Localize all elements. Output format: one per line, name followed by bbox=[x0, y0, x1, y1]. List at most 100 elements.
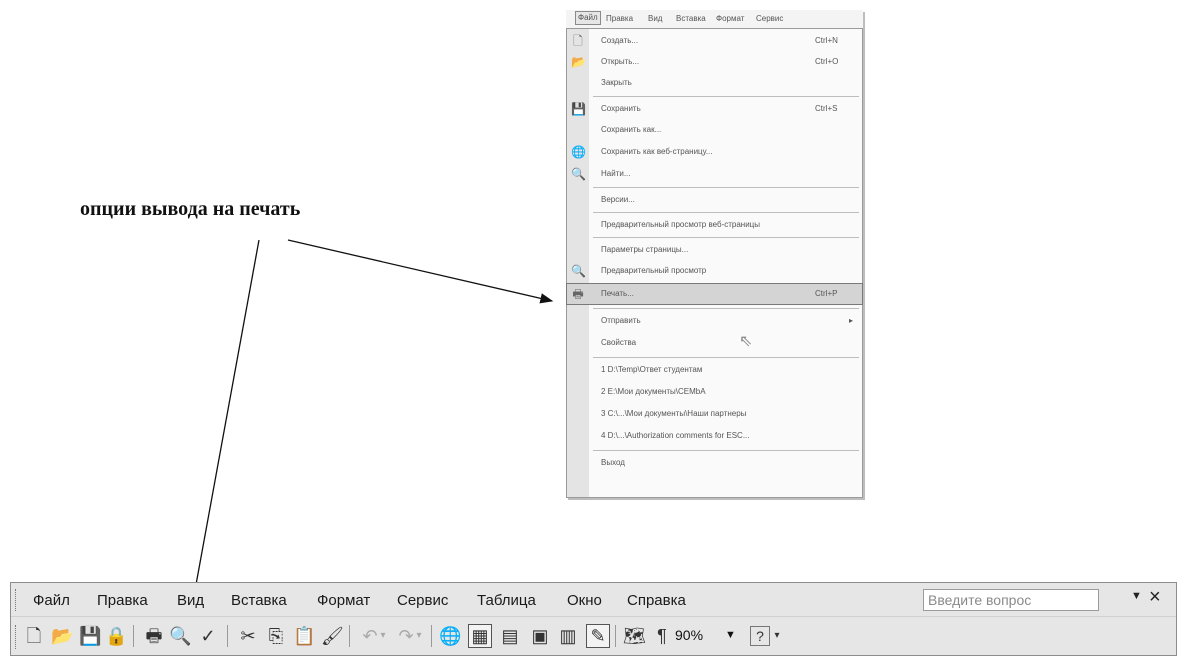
menu-item-label: Предварительный просмотр веб-страницы bbox=[601, 220, 761, 229]
menu-separator bbox=[593, 450, 859, 451]
file-menu-dropdown: 🗋 Создать... Ctrl+N 📂 Открыть... Ctrl+O … bbox=[566, 28, 863, 498]
open-icon[interactable]: 📂 bbox=[51, 625, 73, 647]
hyperlink-icon[interactable]: 🌐 bbox=[439, 625, 461, 647]
menu-item-save[interactable]: 💾 Сохранить Ctrl+S bbox=[567, 99, 862, 119]
permission-icon[interactable]: 🔒 bbox=[105, 625, 127, 647]
cut-icon[interactable]: ✂ bbox=[237, 625, 259, 647]
format-painter-icon[interactable]: 🖌 bbox=[321, 625, 344, 647]
menu-item-label: Открыть... bbox=[601, 57, 640, 66]
toolbar-options-icon[interactable]: ▾ bbox=[771, 625, 783, 647]
menu-item-label: Параметры страницы... bbox=[601, 245, 689, 254]
save-icon[interactable]: 💾 bbox=[79, 625, 101, 647]
menu-item-recent-2[interactable]: 2 E:\Мои документы\CEMbA bbox=[567, 382, 862, 402]
menu-item-label: 3 C:\...\Мои документы\Наши партнеры bbox=[601, 409, 747, 418]
menu-item-label: Печать... bbox=[601, 289, 634, 298]
menu-separator bbox=[593, 237, 859, 238]
menu-insert[interactable]: Вставка bbox=[231, 592, 287, 609]
menu-item-label: Сохранить как... bbox=[601, 125, 662, 134]
menu-separator bbox=[593, 96, 859, 97]
menu-item-label: Версии... bbox=[601, 195, 635, 204]
menu-item-label: 2 E:\Мои документы\CEMbA bbox=[601, 387, 706, 396]
menu-item-new[interactable]: 🗋 Создать... Ctrl+N bbox=[567, 31, 862, 51]
zoom-select[interactable]: 90% ▼ bbox=[675, 625, 747, 645]
menu-item-open[interactable]: 📂 Открыть... Ctrl+O bbox=[567, 52, 862, 72]
drawing-icon[interactable]: ✎ bbox=[586, 624, 610, 648]
menu-help[interactable]: Справка bbox=[627, 592, 686, 609]
menu-item-send[interactable]: Отправить ▸ bbox=[567, 311, 862, 331]
menu-item-shortcut: Ctrl+P bbox=[815, 289, 838, 298]
mouse-cursor-icon: ⇖ bbox=[739, 333, 753, 350]
arrow-to-toolbar-print bbox=[187, 239, 260, 614]
close-icon[interactable]: × bbox=[1149, 586, 1161, 609]
menu-item-label: 1 D:\Temp\Ответ студентам bbox=[601, 365, 703, 374]
toolbar-grip[interactable] bbox=[15, 625, 18, 649]
menu-item-shortcut: Ctrl+N bbox=[815, 36, 838, 45]
insert-excel-icon[interactable]: ▣ bbox=[529, 625, 551, 647]
menu-item-label: Выход bbox=[601, 458, 625, 467]
undo-dropdown-icon[interactable]: ▾ bbox=[377, 625, 389, 647]
menu-item-label: Найти... bbox=[601, 169, 631, 178]
word-toolbar-screenshot: Файл Правка Вид Вставка Формат Сервис Та… bbox=[10, 582, 1177, 656]
menubar-grip[interactable] bbox=[15, 589, 18, 611]
print-preview-icon: 🔍 bbox=[571, 264, 586, 278]
menu-item-label: Создать... bbox=[601, 36, 639, 45]
arrow-to-menu-print bbox=[287, 239, 554, 304]
menu-edit[interactable]: Правка bbox=[97, 592, 148, 609]
menu-item-versions[interactable]: Версии... bbox=[567, 190, 862, 210]
menu-screenshot-menubar: Файл Правка Вид Вставка Формат Сервис bbox=[566, 10, 863, 28]
print-icon[interactable]: 🖶 bbox=[143, 625, 165, 647]
menu-format[interactable]: Формат bbox=[317, 592, 370, 609]
ask-question-input[interactable]: Введите вопрос bbox=[923, 589, 1099, 611]
menu-item-properties[interactable]: Свойства bbox=[567, 333, 862, 353]
menu-file[interactable]: Файл bbox=[33, 592, 70, 609]
chevron-down-icon[interactable]: ▼ bbox=[1131, 590, 1142, 602]
menubar-item-file[interactable]: Файл bbox=[575, 11, 601, 25]
menu-item-print-preview[interactable]: 🔍 Предварительный просмотр bbox=[567, 261, 862, 281]
menu-window[interactable]: Окно bbox=[567, 592, 602, 609]
menu-table[interactable]: Таблица bbox=[477, 592, 536, 609]
menu-view[interactable]: Вид bbox=[177, 592, 204, 609]
spelling-icon[interactable]: ✓ bbox=[197, 625, 219, 647]
menu-item-print[interactable]: 🖶 Печать... Ctrl+P bbox=[566, 283, 863, 305]
menubar-item-edit[interactable]: Правка bbox=[606, 14, 633, 23]
file-menu-screenshot: Файл Правка Вид Вставка Формат Сервис 🗋 … bbox=[566, 10, 863, 498]
pilcrow-icon[interactable]: ¶ bbox=[651, 625, 673, 647]
menu-item-recent-4[interactable]: 4 D:\...\Authorization comments for ESC.… bbox=[567, 426, 862, 446]
menu-item-recent-1[interactable]: 1 D:\Temp\Ответ студентам bbox=[567, 360, 862, 380]
find-icon: 🔍 bbox=[571, 167, 586, 181]
toolbar-separator bbox=[227, 625, 228, 647]
menubar-item-insert[interactable]: Вставка bbox=[676, 14, 706, 23]
print-preview-icon[interactable]: 🔍 bbox=[169, 625, 191, 647]
menu-item-exit[interactable]: Выход bbox=[567, 453, 862, 473]
menu-item-save-as-web[interactable]: 🌐 Сохранить как веб-страницу... bbox=[567, 142, 862, 162]
menubar-item-tools[interactable]: Сервис bbox=[756, 14, 783, 23]
menu-item-close[interactable]: Закрыть bbox=[567, 73, 862, 93]
menubar-item-view[interactable]: Вид bbox=[648, 14, 662, 23]
insert-table-icon[interactable]: ▤ bbox=[499, 625, 521, 647]
columns-icon[interactable]: ▥ bbox=[557, 625, 579, 647]
help-icon[interactable]: ? bbox=[750, 626, 770, 646]
menu-item-label: Свойства bbox=[601, 338, 637, 347]
menu-separator bbox=[593, 187, 859, 188]
web-save-icon: 🌐 bbox=[571, 145, 586, 159]
menu-item-web-preview[interactable]: Предварительный просмотр веб-страницы bbox=[567, 215, 862, 235]
new-document-icon: 🗋 bbox=[573, 34, 583, 48]
copy-icon[interactable]: ⎘ bbox=[265, 625, 287, 647]
menu-separator bbox=[593, 308, 859, 309]
menu-tools[interactable]: Сервис bbox=[397, 592, 448, 609]
menu-item-save-as[interactable]: Сохранить как... bbox=[567, 120, 862, 140]
redo-dropdown-icon[interactable]: ▾ bbox=[413, 625, 425, 647]
submenu-arrow-icon: ▸ bbox=[849, 316, 854, 325]
menu-item-label: 4 D:\...\Authorization comments for ESC.… bbox=[601, 431, 750, 440]
printer-icon: 🖶 bbox=[572, 287, 584, 301]
new-icon[interactable]: 🗋 bbox=[23, 625, 45, 647]
menu-item-find[interactable]: 🔍 Найти... bbox=[567, 164, 862, 184]
menu-item-label: Закрыть bbox=[601, 78, 632, 87]
menu-item-recent-3[interactable]: 3 C:\...\Мои документы\Наши партнеры bbox=[567, 404, 862, 424]
open-folder-icon: 📂 bbox=[571, 55, 586, 69]
tables-borders-icon[interactable]: ▦ bbox=[468, 624, 492, 648]
paste-icon[interactable]: 📋 bbox=[293, 625, 315, 647]
document-map-icon[interactable]: 🗺 bbox=[623, 625, 646, 647]
menu-item-page-setup[interactable]: Параметры страницы... bbox=[567, 240, 862, 260]
menubar-item-format[interactable]: Формат bbox=[716, 14, 744, 23]
